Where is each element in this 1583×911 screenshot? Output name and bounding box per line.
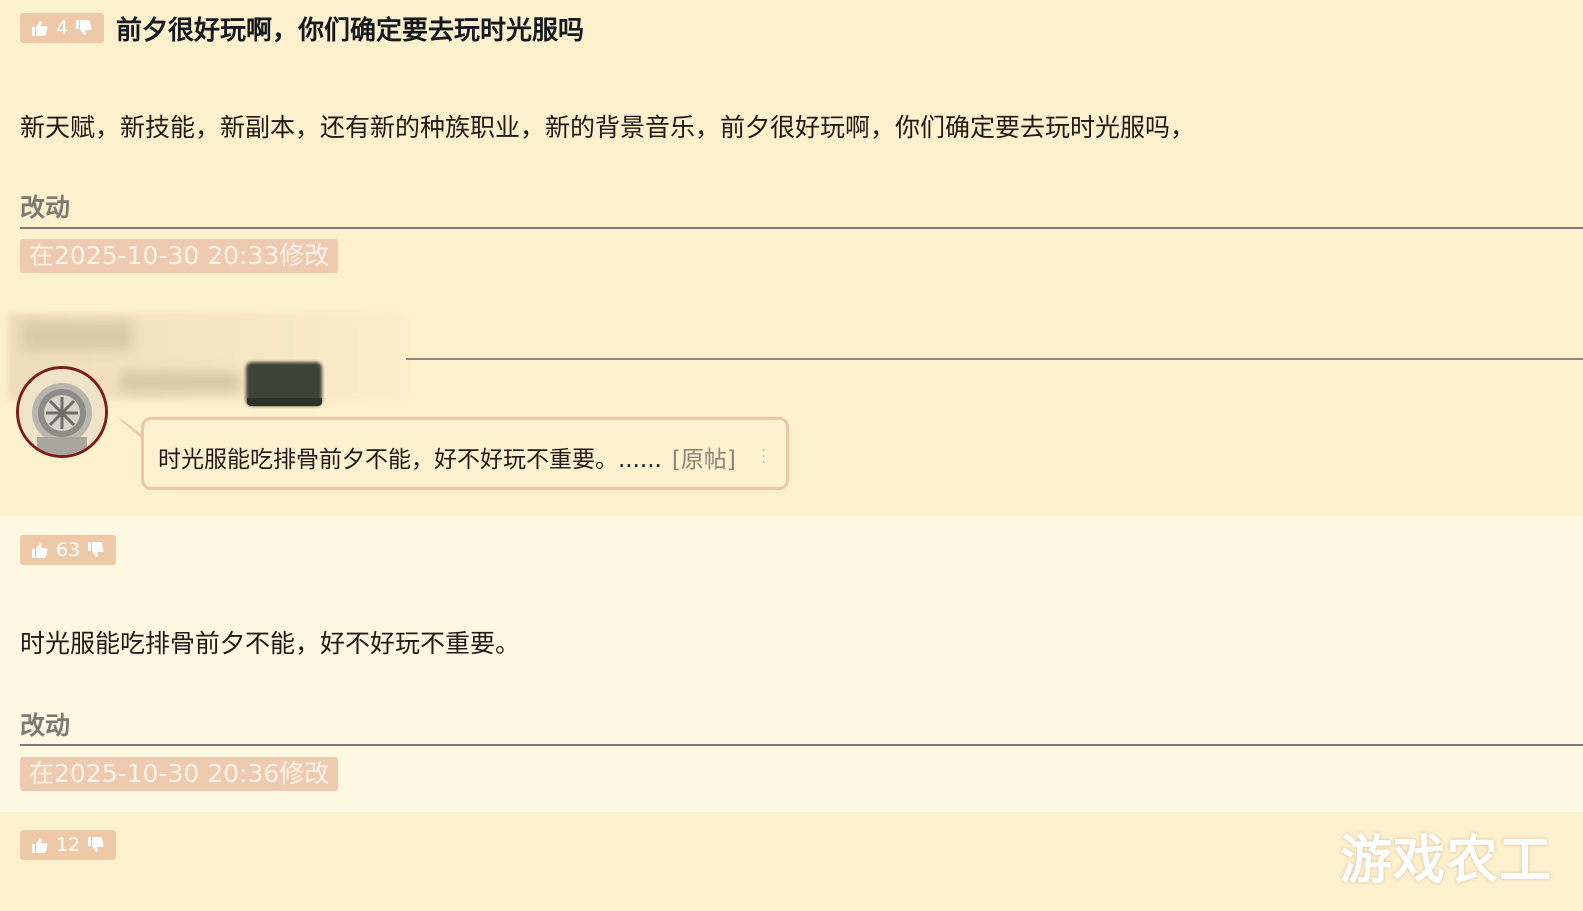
user-badge-edge [247,398,322,406]
blurred-username [22,322,132,350]
post-title: 前夕很好玩啊，你们确定要去玩时光服吗 [116,16,585,46]
diving-helmet-avatar-icon [19,369,105,455]
edit-timestamp: 在2025-10-30 20:33修改 [20,239,339,273]
vote-count: 12 [56,834,81,856]
thumbs-down-icon[interactable] [86,835,106,855]
post-2: 63 时光服能吃排骨前夕不能，好不好玩不重要。 改动 在2025-10-30 2… [0,516,1583,812]
vote-widget: 4 [20,13,105,43]
vote-widget: 63 [20,535,117,565]
quote-content: 时光服能吃排骨前夕不能，好不好玩不重要。...... [158,447,662,473]
quoted-reply: 时光服能吃排骨前夕不能，好不好玩不重要。...... [原帖] · · · [141,417,789,490]
quote-text-line: 时光服能吃排骨前夕不能，好不好玩不重要。...... [原帖] [158,440,736,474]
post-1: 4 前夕很好玩啊，你们确定要去玩时光服吗 新天赋，新技能，新副本，还有新的种族职… [0,0,1583,516]
post-body: 时光服能吃排骨前夕不能，好不好玩不重要。 [20,629,521,658]
vertical-dots-icon[interactable]: · · · [762,444,766,470]
vote-widget: 12 [20,830,117,860]
user-avatar[interactable] [16,366,108,458]
vote-count: 4 [56,17,69,39]
original-post-link[interactable]: [原帖] [672,447,736,473]
blurred-user-meta [120,372,240,392]
edit-heading: 改动 [20,711,71,740]
vote-count: 63 [56,539,81,561]
reply-divider [406,358,1583,360]
thumbs-down-icon[interactable] [86,540,106,560]
edit-timestamp: 在2025-10-30 20:36修改 [20,757,339,791]
edit-divider [20,227,1583,229]
thumbs-up-icon[interactable] [30,835,50,855]
thumbs-down-icon[interactable] [74,18,94,38]
post-body: 新天赋，新技能，新副本，还有新的种族职业，新的背景音乐，前夕很好玩啊，你们确定要… [20,113,1196,142]
watermark: 游戏农工 [1340,831,1553,891]
edit-heading: 改动 [20,193,71,222]
thumbs-up-icon[interactable] [30,18,50,38]
edit-divider [20,744,1583,746]
thumbs-up-icon[interactable] [30,540,50,560]
